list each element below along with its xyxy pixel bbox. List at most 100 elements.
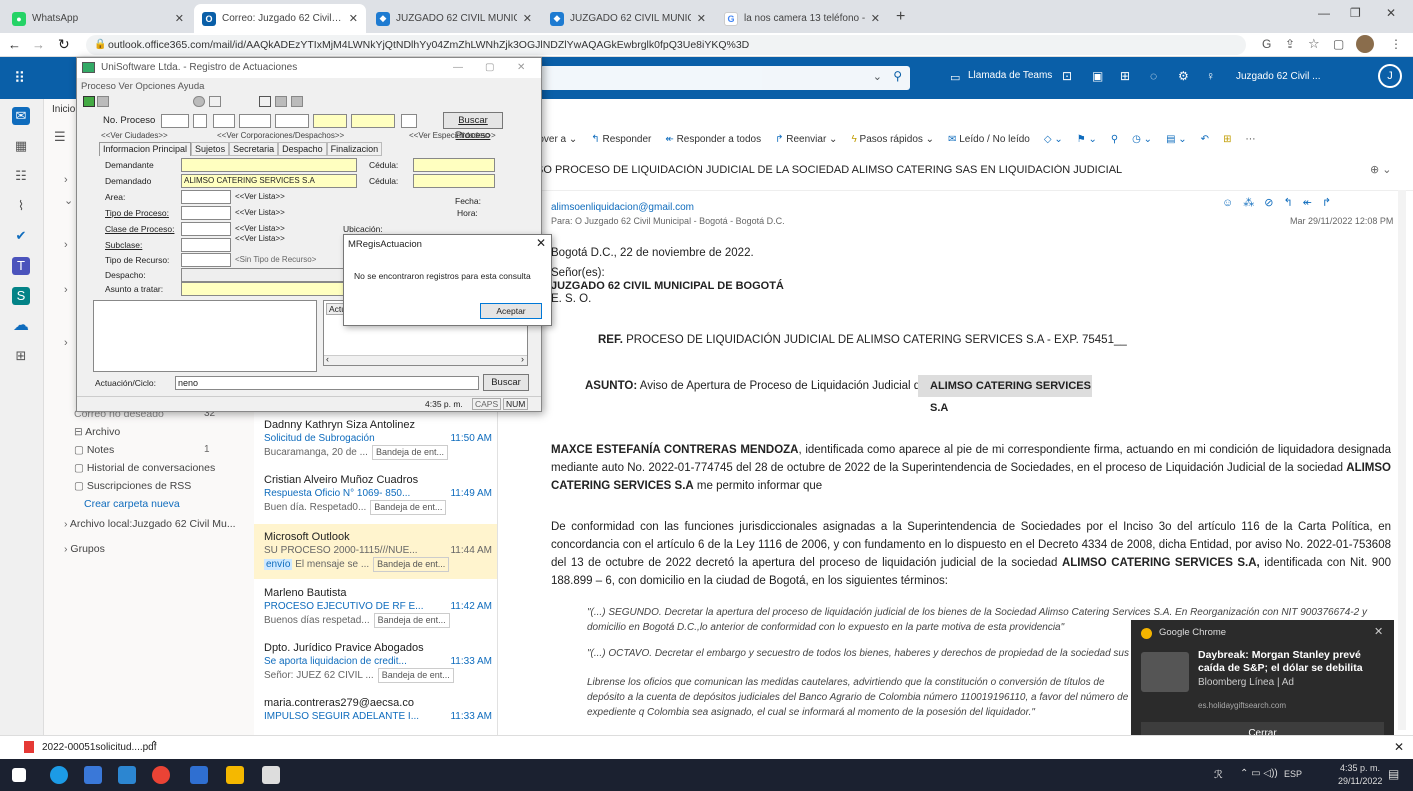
sharepoint-icon[interactable]: S [12, 287, 30, 305]
reply-button[interactable]: ↰ Responder [591, 134, 651, 145]
grid-icon[interactable] [275, 96, 287, 107]
tab-secretaria[interactable]: Secretaria [229, 142, 279, 156]
undo-icon[interactable]: ↶ [1201, 134, 1209, 145]
reading-scrollbar[interactable] [1398, 190, 1406, 730]
todo-icon[interactable]: ✔ [12, 227, 30, 245]
tipo-recurso-field[interactable] [181, 253, 231, 267]
my-day-icon[interactable]: ⊞ [1120, 69, 1130, 83]
search-icon[interactable]: ⚲ [893, 69, 902, 83]
grid-icon[interactable] [291, 96, 303, 107]
chevron-right-icon[interactable]: › [64, 174, 68, 186]
flag-icon[interactable]: ⚑ ⌄ [1077, 134, 1097, 145]
tab-juzgado-2[interactable]: ◆ JUZGADO 62 CIVIL MUNICIPAL C... ✕ [542, 4, 714, 33]
hamburger-icon[interactable]: ☰ [54, 129, 66, 145]
sender-address[interactable]: alimsoenliquidacion@gmail.com [551, 202, 694, 213]
file-explorer-icon[interactable] [84, 766, 102, 784]
read-unread-button[interactable]: ✉ Leído / No leído [948, 134, 1030, 145]
tray-icons[interactable]: ⌃ ▭ ◁)) [1240, 768, 1278, 779]
google-lens-icon[interactable]: G [1262, 37, 1271, 51]
list-item[interactable]: Microsoft Outlook SU PROCESO 2000-1115//… [264, 531, 492, 572]
list-item[interactable]: Dpto. Jurídico Pravice Abogados Se aport… [264, 642, 492, 683]
lightbulb-icon[interactable]: ♀ [1206, 69, 1215, 83]
close-window-button[interactable]: ✕ [1386, 6, 1396, 20]
tab-finalizacion[interactable]: Finalizacion [326, 142, 383, 156]
gear-icon[interactable]: ⚙ [1178, 69, 1189, 83]
forward-button[interactable]: ↱ Reenviar ⌄ [775, 134, 837, 145]
tab-google-search[interactable]: G la nos camera 13 teléfono - Busca... ✕ [716, 4, 888, 33]
demandante-field[interactable] [181, 158, 357, 172]
proceso-field-6[interactable] [313, 114, 347, 128]
actuacion-input[interactable]: neno [175, 376, 479, 390]
teams-call-button[interactable]: Llamada de Teams [968, 70, 1052, 81]
despacho-field[interactable] [181, 268, 349, 282]
scroll-right-icon[interactable]: › [521, 354, 524, 364]
clock-time[interactable]: 4:35 p. m. [1340, 763, 1380, 773]
folder-groups[interactable]: › Grupos [64, 543, 105, 555]
tag-icon[interactable]: ◇ ⌄ [1044, 134, 1063, 145]
preview-icon[interactable] [209, 96, 221, 107]
proceso-field-3[interactable] [213, 114, 235, 128]
proceso-field-8[interactable] [401, 114, 417, 128]
close-icon[interactable]: ✕ [1374, 625, 1383, 638]
folder-taskbar-icon[interactable] [226, 766, 244, 784]
print-icon[interactable] [193, 96, 205, 107]
pin-icon[interactable]: ⚲ [1111, 134, 1118, 145]
archive-icon[interactable]: ▤ ⌄ [1166, 134, 1187, 145]
reply-all-button[interactable]: ↞ Responder a todos [665, 134, 761, 145]
chevron-up-icon[interactable]: ⌃ [150, 740, 158, 751]
reload-icon[interactable]: ↻ [58, 36, 70, 53]
proceso-field-7[interactable] [351, 114, 395, 128]
asunto-tratar-field[interactable] [181, 282, 349, 296]
minimize-button[interactable]: — [453, 58, 463, 78]
cedula-field-2[interactable] [413, 174, 495, 188]
restore-button[interactable]: ❐ [1350, 6, 1361, 20]
more-apps-icon[interactable]: ⊞ [12, 347, 30, 365]
buscar-proceso-button[interactable]: Buscar Proceso [443, 112, 503, 141]
chevron-right-icon[interactable]: › [64, 284, 68, 296]
close-button[interactable]: ✕ [517, 58, 525, 78]
mail-icon[interactable]: ✉ [12, 107, 30, 125]
profile-avatar[interactable] [1356, 35, 1374, 53]
ver-corporaciones-link[interactable]: <<Ver Corporaciones/Despachos>> [217, 131, 344, 140]
menu-kebab-icon[interactable]: ⋮ [1390, 37, 1402, 51]
ver-ciudades-link[interactable]: <<Ver Ciudades>> [101, 131, 168, 140]
ver-especialidades-link[interactable]: <<Ver Especialidades>> [409, 131, 496, 140]
calendar-icon[interactable]: ▦ [12, 137, 30, 155]
download-file[interactable]: 2022-00051solicitud....pdf [42, 742, 157, 753]
area-field[interactable] [181, 190, 231, 204]
buscar-button[interactable]: Buscar [483, 374, 529, 391]
attach-icon[interactable]: ⌇ [12, 197, 30, 215]
bookmark-star-icon[interactable]: ☆ [1308, 36, 1320, 52]
close-tab-icon[interactable]: ✕ [343, 12, 358, 25]
list-item[interactable]: Cristian Alveiro Muñoz Cuadros Respuesta… [264, 474, 492, 515]
tab-search-icon[interactable]: ▢ [1333, 37, 1344, 51]
account-name[interactable]: Juzgado 62 Civil ... [1236, 71, 1321, 82]
minimize-button[interactable]: — [1318, 6, 1330, 20]
people-icon[interactable]: ☷ [12, 167, 30, 185]
close-tab-icon[interactable]: ✕ [865, 12, 880, 25]
close-tab-icon[interactable]: ✕ [169, 12, 184, 25]
forward-icon[interactable]: → [32, 37, 45, 52]
folder-archive[interactable]: ⊟ Archivo [74, 426, 120, 438]
subclase-field[interactable] [181, 238, 231, 252]
zoom-icon[interactable]: ⊕ ⌄ [1370, 163, 1392, 176]
more-icon[interactable]: ⋯ [1245, 134, 1255, 145]
folder-notes[interactable]: ▢ Notes [74, 444, 114, 456]
folder-icon[interactable] [83, 96, 95, 107]
edge-icon[interactable] [50, 766, 68, 784]
tab-sujetos[interactable]: Sujetos [191, 142, 230, 156]
chevron-down-icon[interactable]: ⌄ [873, 70, 882, 83]
search-input[interactable]: ⌄ ⚲ [540, 66, 910, 90]
url-input[interactable]: 🔒 outlook.office365.com/mail/id/AAQkADEz… [86, 35, 1246, 55]
back-icon[interactable]: ← [8, 37, 21, 52]
people-icon[interactable]: ℛ [1214, 768, 1223, 781]
avatar[interactable]: J [1378, 64, 1402, 88]
tab-outlook[interactable]: O Correo: Juzgado 62 Civil Munici... ✕ [194, 4, 366, 33]
bell-icon[interactable]: ◌ [1150, 69, 1157, 83]
share-icon[interactable]: ⇪ [1285, 37, 1295, 51]
folder-rss[interactable]: ▢ Suscripciones de RSS [74, 480, 191, 492]
chrome-taskbar-icon[interactable] [152, 766, 170, 784]
mail-app-icon[interactable] [118, 766, 136, 784]
close-tab-icon[interactable]: ✕ [691, 12, 706, 25]
unisoftware-taskbar-icon[interactable] [262, 766, 280, 784]
